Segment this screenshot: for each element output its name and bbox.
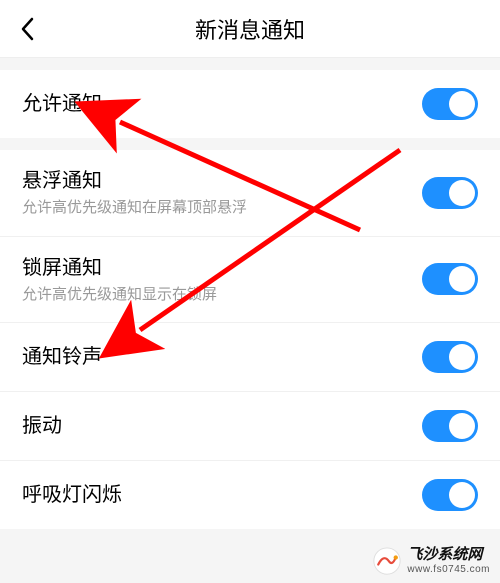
- toggle-led-flash[interactable]: [422, 479, 478, 511]
- row-text: 允许通知: [22, 91, 102, 117]
- back-button[interactable]: [20, 17, 34, 41]
- row-desc: 允许高优先级通知显示在锁屏: [22, 285, 217, 305]
- toggle-notification-sound[interactable]: [422, 341, 478, 373]
- row-text: 呼吸灯闪烁: [22, 482, 122, 508]
- row-text: 悬浮通知 允许高优先级通知在屏幕顶部悬浮: [22, 168, 247, 218]
- row-desc: 允许高优先级通知在屏幕顶部悬浮: [22, 198, 247, 218]
- settings-list: 允许通知: [0, 70, 500, 138]
- row-lockscreen-notifications[interactable]: 锁屏通知 允许高优先级通知显示在锁屏: [0, 237, 500, 324]
- row-floating-notifications[interactable]: 悬浮通知 允许高优先级通知在屏幕顶部悬浮: [0, 150, 500, 237]
- row-label: 通知铃声: [22, 344, 102, 370]
- toggle-floating-notifications[interactable]: [422, 177, 478, 209]
- row-text: 振动: [22, 413, 62, 439]
- row-label: 呼吸灯闪烁: [22, 482, 122, 508]
- toggle-vibration[interactable]: [422, 410, 478, 442]
- toggle-lockscreen-notifications[interactable]: [422, 263, 478, 295]
- row-notification-sound[interactable]: 通知铃声: [0, 323, 500, 392]
- page-title: 新消息通知: [0, 13, 500, 45]
- chevron-left-icon: [20, 17, 34, 41]
- header: 新消息通知: [0, 0, 500, 58]
- watermark-url: www.fs0745.com: [407, 564, 490, 575]
- watermark-text: 飞沙系统网 www.fs0745.com: [407, 547, 490, 575]
- row-text: 锁屏通知 允许高优先级通知显示在锁屏: [22, 255, 217, 305]
- row-led-flash[interactable]: 呼吸灯闪烁: [0, 461, 500, 529]
- section-gap: [0, 58, 500, 70]
- watermark: 飞沙系统网 www.fs0745.com: [373, 547, 490, 575]
- row-label: 允许通知: [22, 91, 102, 117]
- row-label: 振动: [22, 413, 62, 439]
- row-text: 通知铃声: [22, 344, 102, 370]
- row-label: 锁屏通知: [22, 255, 217, 281]
- settings-list-2: 悬浮通知 允许高优先级通知在屏幕顶部悬浮 锁屏通知 允许高优先级通知显示在锁屏 …: [0, 150, 500, 529]
- toggle-allow-notifications[interactable]: [422, 88, 478, 120]
- watermark-logo-icon: [373, 547, 401, 575]
- section-gap: [0, 138, 500, 150]
- row-vibration[interactable]: 振动: [0, 392, 500, 461]
- watermark-name: 飞沙系统网: [407, 547, 490, 564]
- row-label: 悬浮通知: [22, 168, 247, 194]
- row-allow-notifications[interactable]: 允许通知: [0, 70, 500, 138]
